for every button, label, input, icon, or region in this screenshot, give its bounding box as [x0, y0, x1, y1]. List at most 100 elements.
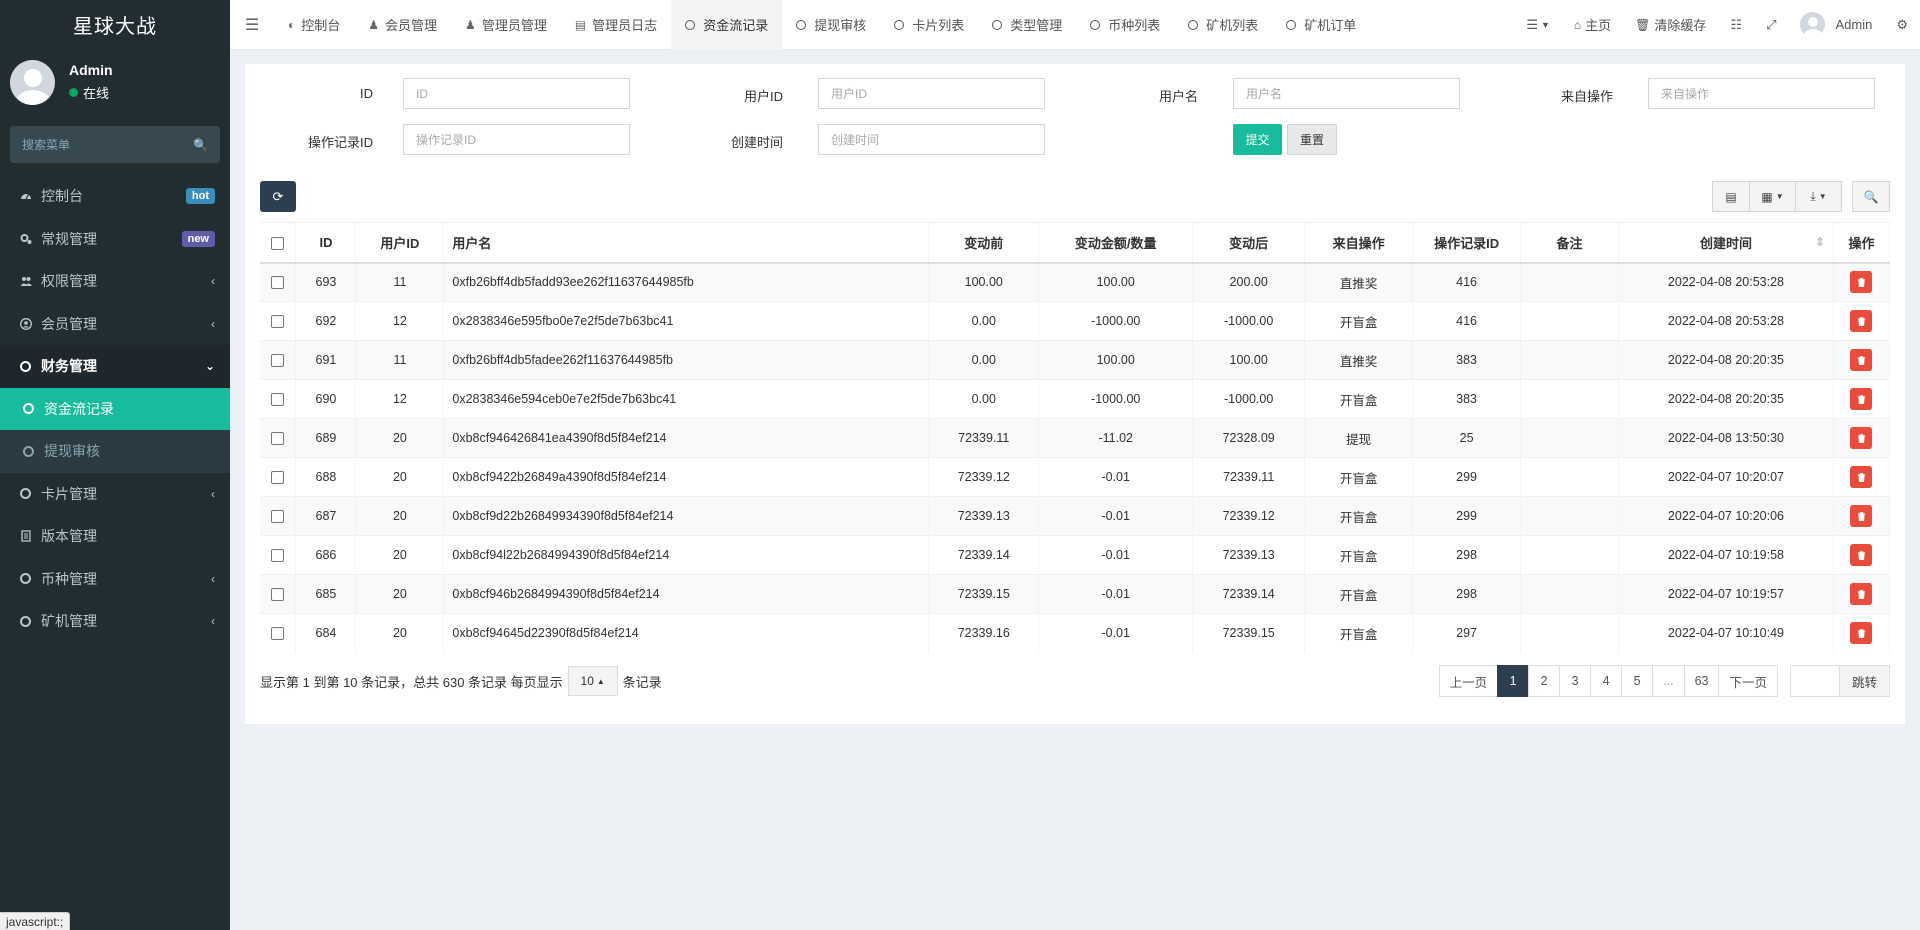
col-uid[interactable]: 用户ID: [355, 222, 445, 264]
row-checkbox[interactable]: [271, 315, 285, 329]
cell-before: 72339.12: [928, 457, 1040, 497]
tab-card-list[interactable]: 卡片列表: [880, 0, 978, 50]
delete-button[interactable]: [1850, 505, 1873, 527]
row-checkbox[interactable]: [271, 354, 285, 368]
sidebar-item-card[interactable]: 卡片管理 ‹: [0, 473, 230, 516]
sidebar-item-miner[interactable]: 矿机管理 ‹: [0, 600, 230, 643]
sidebar-item-withdraw-review[interactable]: 提现审核: [0, 430, 230, 473]
delete-button[interactable]: [1850, 544, 1873, 566]
tab-dashboard[interactable]: ◐ 控制台: [274, 0, 354, 50]
delete-button[interactable]: [1850, 622, 1873, 645]
sidebar-item-member[interactable]: 会员管理 ‹: [0, 303, 230, 346]
submit-button[interactable]: 提交: [1233, 124, 1282, 155]
app-logo[interactable]: 星球大战: [0, 0, 230, 48]
row-select-cell: [260, 301, 297, 341]
prev-page-button[interactable]: 上一页: [1438, 665, 1499, 697]
tabs-dropdown-button[interactable]: ☰ ▼: [1514, 0, 1562, 50]
page-size-select[interactable]: 10 ▲: [567, 666, 618, 696]
delete-button[interactable]: [1850, 427, 1873, 449]
tab-admin[interactable]: ♟ 管理员管理: [451, 0, 561, 50]
row-checkbox[interactable]: [271, 510, 285, 524]
delete-button[interactable]: [1850, 349, 1873, 371]
row-checkbox[interactable]: [271, 588, 285, 602]
tab-member[interactable]: ♟ 会员管理: [354, 0, 451, 50]
page-3[interactable]: 3: [1559, 665, 1592, 697]
sidebar-item-fund-flow[interactable]: 资金流记录: [0, 387, 230, 430]
select-all-cell: [260, 222, 297, 264]
sidebar-item-auth[interactable]: 权限管理 ‹: [0, 260, 230, 303]
time-input[interactable]: [818, 124, 1045, 155]
col-created[interactable]: 创建时间: [1618, 222, 1834, 264]
page-5[interactable]: 5: [1621, 665, 1654, 697]
sidebar-item-dashboard[interactable]: 控制台 hot: [0, 175, 230, 218]
export-button[interactable]: ⤓ ▼: [1796, 181, 1842, 212]
cell-uid: 12: [355, 301, 445, 341]
tab-admin-log[interactable]: ▤ 管理员日志: [561, 0, 671, 50]
col-id[interactable]: ID: [295, 222, 357, 264]
col-from[interactable]: 来自操作: [1304, 222, 1414, 264]
cell-uid: 20: [355, 574, 445, 614]
page-2[interactable]: 2: [1528, 665, 1561, 697]
select-all-checkbox[interactable]: [271, 236, 285, 250]
oid-input[interactable]: [403, 124, 630, 155]
row-checkbox[interactable]: [271, 393, 285, 407]
delete-button[interactable]: [1850, 388, 1873, 410]
row-select-cell: [260, 340, 297, 380]
id-input[interactable]: [403, 78, 630, 109]
tab-withdraw-review[interactable]: 提现审核: [782, 0, 880, 50]
row-checkbox[interactable]: [271, 471, 285, 485]
cell-id: 686: [295, 535, 357, 575]
row-checkbox[interactable]: [271, 549, 285, 563]
row-checkbox[interactable]: [271, 432, 285, 446]
page-63[interactable]: 63: [1683, 665, 1720, 697]
columns-button[interactable]: ▦ ▼: [1750, 181, 1796, 212]
row-checkbox[interactable]: [271, 276, 285, 290]
search-toggle-button[interactable]: 🔍: [1852, 181, 1890, 212]
col-amount[interactable]: 变动金额/数量: [1038, 222, 1194, 264]
tab-fund-flow[interactable]: 资金流记录: [671, 0, 783, 50]
reset-button[interactable]: 重置: [1287, 124, 1337, 155]
tab-miner-order[interactable]: 矿机订单: [1272, 0, 1370, 50]
sidebar-item-version[interactable]: 版本管理: [0, 515, 230, 558]
refresh-button[interactable]: ⟳: [260, 181, 296, 212]
col-after[interactable]: 变动后: [1192, 222, 1306, 264]
page-4[interactable]: 4: [1590, 665, 1623, 697]
row-checkbox[interactable]: [271, 627, 285, 641]
tab-currency-list[interactable]: 币种列表: [1076, 0, 1174, 50]
col-username[interactable]: 用户名: [443, 222, 930, 264]
chevron-down-icon: ⌄: [204, 359, 215, 374]
caret-down-icon: ▼: [1775, 192, 1784, 201]
home-link[interactable]: ⌂ 主页: [1562, 0, 1623, 50]
settings-gear-icon[interactable]: ⚙: [1884, 0, 1920, 50]
next-page-button[interactable]: 下一页: [1718, 665, 1778, 697]
sidebar-item-general[interactable]: 常规管理 new: [0, 218, 230, 261]
col-remark[interactable]: 备注: [1520, 222, 1620, 264]
sidebar-item-currency[interactable]: 币种管理 ‹: [0, 558, 230, 601]
admin-menu[interactable]: Admin: [1788, 0, 1884, 50]
menu-toggle-icon[interactable]: ☰: [230, 0, 274, 50]
from-input[interactable]: [1648, 78, 1875, 109]
delete-button[interactable]: [1850, 466, 1873, 488]
page-1[interactable]: 1: [1497, 665, 1530, 697]
cell-amount: -0.01: [1038, 574, 1194, 614]
jump-page-input[interactable]: [1789, 665, 1840, 697]
sidebar-item-finance[interactable]: 财务管理 ⌄: [0, 345, 230, 388]
table-row: 689 20 0xb8cf946426841ea4390f8d5f84ef214 72…: [260, 418, 1891, 458]
col-oid[interactable]: 操作记录ID: [1412, 222, 1522, 264]
col-before[interactable]: 变动前: [928, 222, 1040, 264]
tab-miner-list[interactable]: 矿机列表: [1174, 0, 1272, 50]
tab-type-manage[interactable]: 类型管理: [978, 0, 1076, 50]
username-input[interactable]: [1233, 78, 1460, 109]
jump-button[interactable]: 跳转: [1838, 665, 1890, 697]
toggle-view-button[interactable]: ▤: [1712, 181, 1750, 212]
menu-search-input[interactable]: [22, 137, 194, 152]
clear-cache-button[interactable]: 🗑 清除缓存: [1623, 0, 1718, 50]
delete-button[interactable]: [1850, 271, 1873, 294]
circle-icon: [20, 573, 31, 585]
delete-button[interactable]: [1850, 310, 1873, 332]
uid-input[interactable]: [818, 78, 1045, 109]
language-icon[interactable]: ☷: [1718, 0, 1754, 50]
search-icon[interactable]: 🔍: [193, 138, 208, 152]
fullscreen-icon[interactable]: ⤢: [1754, 0, 1788, 50]
delete-button[interactable]: [1850, 583, 1873, 605]
